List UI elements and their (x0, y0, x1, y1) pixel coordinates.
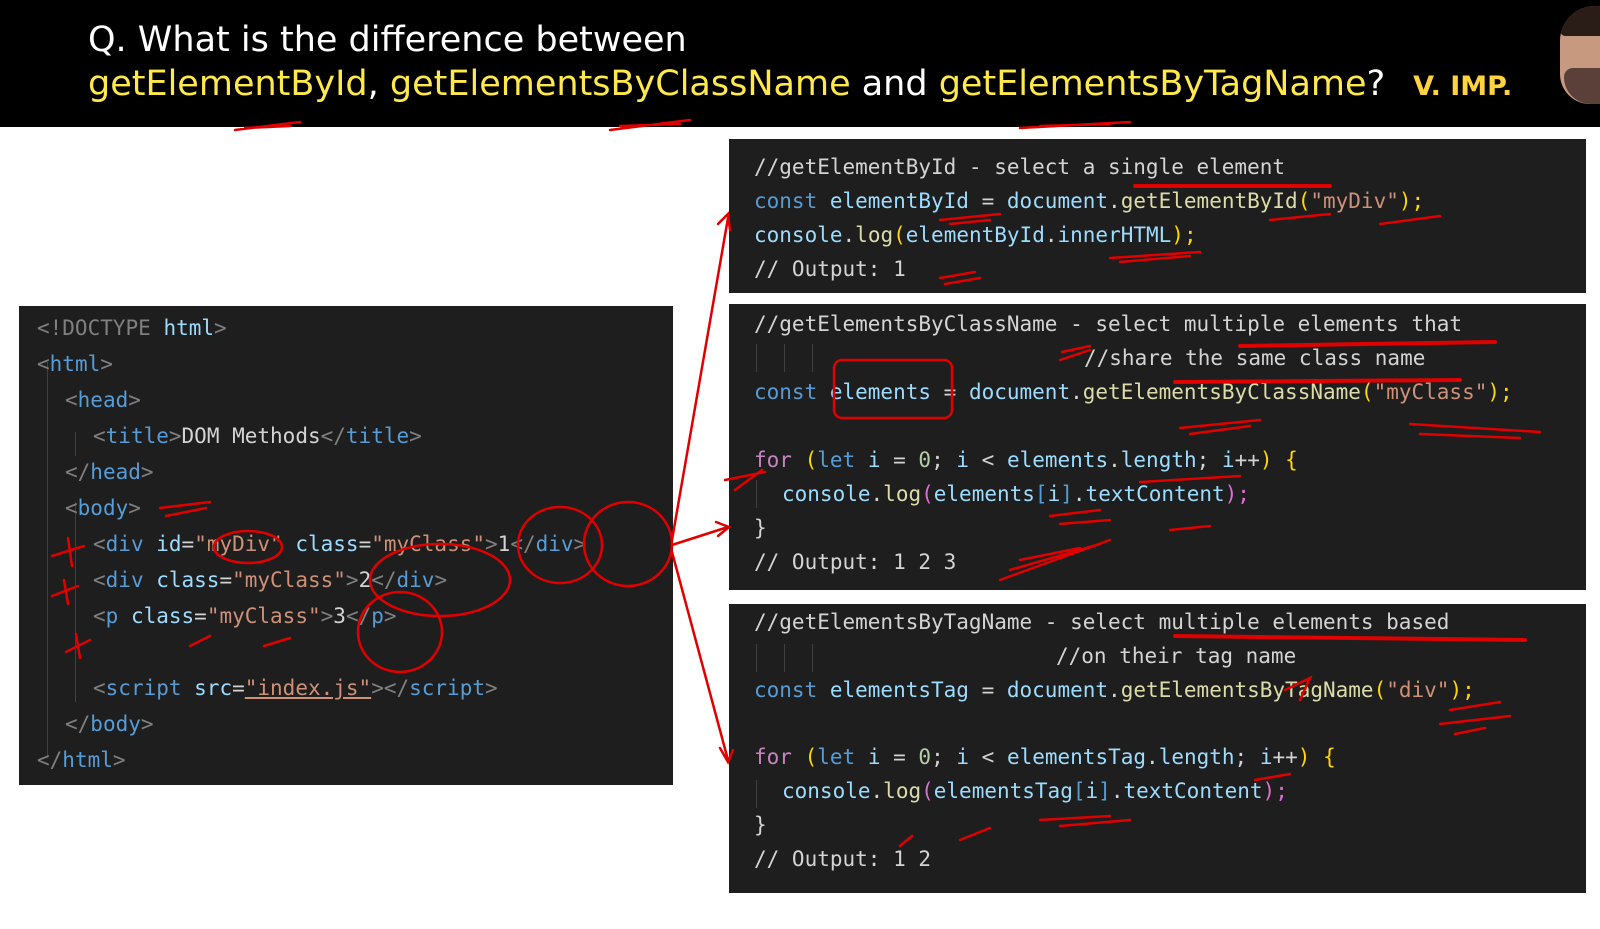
importance-badge: V. IMP. (1413, 71, 1513, 102)
output-comment: // Output: 1 2 3 (754, 550, 957, 574)
code-line-log: console.log(elementById.innerHTML); (754, 223, 1197, 247)
js-panel-getelementsbytagname: //getElementsByTagName - select multiple… (729, 604, 1586, 893)
code-line-for: for (let i = 0; i < elementsTag.length; … (754, 745, 1336, 769)
code-line-log: console.log(elementsTag[i].textContent); (782, 779, 1288, 803)
code-line-div-mydiv: <div id="myDiv" class="myClass">1</div> (93, 532, 587, 556)
separator-comma: , (367, 64, 390, 104)
code-line-close-brace: } (754, 516, 767, 540)
code-line-const: const elementById = document.getElementB… (754, 189, 1425, 213)
code-line-head-open: <head> (65, 388, 141, 412)
question-methods: getElementById, getElementsByClassName a… (88, 64, 1512, 104)
code-line-html-close: </html> (37, 748, 126, 772)
code-line-p-3: <p class="myClass">3</p> (93, 604, 397, 628)
code-line-script: <script src="index.js"></script> (93, 676, 498, 700)
js-panel-getelementbyid: //getElementById - select a single eleme… (729, 139, 1586, 293)
comment-line-1: //getElementsByClassName - select multip… (754, 312, 1463, 336)
arrow-to-panel1 (670, 216, 730, 542)
method-getelementsbytagname: getElementsByTagName (938, 64, 1367, 104)
code-line-log: console.log(elements[i].textContent); (782, 482, 1250, 506)
method-getelementsbyclassname: getElementsByClassName (389, 64, 851, 104)
arrow-to-panel2 (670, 525, 730, 547)
code-line-html-open: <html> (37, 352, 113, 376)
code-line-doctype: <!DOCTYPE html> (37, 316, 227, 340)
code-line-body-close: </body> (65, 712, 154, 736)
method-getelementbyid: getElementById (88, 64, 368, 104)
output-comment: // Output: 1 (754, 257, 906, 281)
question-title: Q. What is the difference between (88, 20, 687, 60)
presenter-avatar (1560, 6, 1600, 104)
arrow-to-panel3 (670, 550, 730, 762)
code-line-head-close: </head> (65, 460, 154, 484)
code-line-body-open: <body> (65, 496, 141, 520)
question-mark: ? (1366, 64, 1386, 104)
code-line-for: for (let i = 0; i < elements.length; i++… (754, 448, 1298, 472)
code-line-const: const elements = document.getElementsByC… (754, 380, 1513, 404)
js-panel-getelementsbyclassname: //getElementsByClassName - select multip… (729, 304, 1586, 590)
comment-line-1: //getElementsByTagName - select multiple… (754, 610, 1450, 634)
html-code-panel: <!DOCTYPE html> <html> <head> <title>DOM… (19, 306, 673, 785)
separator-and: and (850, 64, 939, 104)
comment-line-2: //share the same class name (1084, 346, 1426, 370)
code-line-const: const elementsTag = document.getElements… (754, 678, 1475, 702)
comment-line: //getElementById - select a single eleme… (754, 155, 1286, 179)
code-line-div-2: <div class="myClass">2</div> (93, 568, 448, 592)
code-line-close-brace: } (754, 813, 767, 837)
comment-line-2: //on their tag name (1056, 644, 1297, 668)
header-bar: Q. What is the difference between getEle… (0, 0, 1600, 127)
output-comment: // Output: 1 2 (754, 847, 932, 871)
code-line-title: <title>DOM Methods</title> (93, 424, 422, 448)
